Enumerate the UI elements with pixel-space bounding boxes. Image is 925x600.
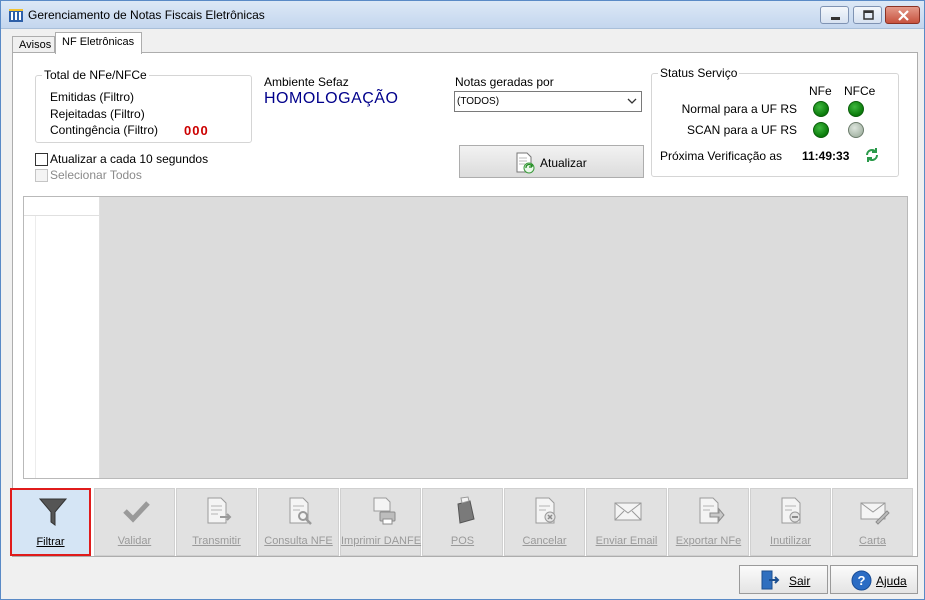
grid-row-header (24, 216, 100, 478)
filtrar-button[interactable]: Filtrar (10, 488, 91, 556)
pos-button[interactable]: POS (422, 488, 503, 556)
ambiente-label: Ambiente Sefaz (264, 75, 349, 89)
consulta-nfe-button[interactable]: Consulta NFE (258, 488, 339, 556)
emitidas-label: Emitidas (Filtro) (50, 90, 135, 104)
nf-eletronicas-panel: Total de NFe/NFCe Emitidas (Filtro) Reje… (12, 52, 918, 557)
transmitir-label: Transmitir (192, 535, 241, 547)
exportar-nfe-label: Exportar NFe (675, 535, 742, 547)
filtrar-label: Filtrar (36, 536, 65, 548)
maximize-button[interactable] (853, 6, 882, 24)
minimize-button[interactable] (820, 6, 849, 24)
close-button[interactable] (885, 6, 920, 24)
exit-door-icon (761, 570, 780, 590)
document-block-icon (781, 497, 801, 524)
cancelar-button[interactable]: Cancelar (504, 488, 585, 556)
enviar-email-label: Enviar Email (595, 535, 658, 547)
proxima-verificacao-time: 11:49:33 (802, 149, 850, 163)
minimize-icon (831, 17, 840, 20)
action-toolbar: Filtrar Validar Transmitir Consulta NFE … (10, 488, 916, 558)
rejeitadas-label: Rejeitadas (Filtro) (50, 107, 145, 121)
select-all-checkbox-box (35, 169, 48, 182)
notas-grid[interactable] (23, 196, 908, 479)
auto-refresh-label: Atualizar a cada 10 segundos (50, 152, 209, 166)
status-normal-nfe-led (813, 101, 829, 117)
notas-geradas-label: Notas geradas por (455, 75, 554, 89)
transmitir-button[interactable]: Transmitir (176, 488, 257, 556)
pos-label: POS (450, 535, 475, 547)
notas-geradas-select[interactable]: (TODOS) (454, 91, 642, 112)
inutilizar-button[interactable]: Inutilizar (750, 488, 831, 556)
validar-label: Validar (117, 535, 152, 547)
svg-text:?: ? (858, 573, 866, 588)
enviar-email-button[interactable]: Enviar Email (586, 488, 667, 556)
consulta-nfe-label: Consulta NFE (264, 535, 333, 547)
window-title: Gerenciamento de Notas Fiscais Eletrônic… (28, 8, 265, 22)
proxima-verificacao-label: Próxima Verificação as (660, 149, 783, 163)
carta-button[interactable]: Carta (832, 488, 913, 556)
ajuda-button[interactable]: ? Ajuda (830, 565, 918, 594)
carta-label: Carta (859, 535, 886, 547)
help-icon: ? (851, 570, 872, 591)
inutilizar-label: Inutilizar (770, 535, 811, 547)
status-col-nfe: NFe (809, 84, 832, 98)
validar-button[interactable]: Validar (94, 488, 175, 556)
sair-label: Sair (789, 574, 811, 588)
ambiente-value: HOMOLOGAÇÃO (264, 90, 399, 107)
grid-corner-header (24, 197, 100, 216)
checkmark-icon (123, 501, 150, 523)
status-scan-nfe-led (813, 122, 829, 138)
close-icon (898, 10, 909, 21)
select-all-checkbox: Selecionar Todos (35, 168, 235, 184)
status-normal-label: Normal para a UF RS (681, 102, 797, 116)
envelope-icon (614, 502, 642, 521)
refresh-icon[interactable] (864, 147, 880, 163)
tab-nf-eletronicas[interactable]: NF Eletrônicas (55, 32, 142, 54)
app-icon (9, 9, 23, 22)
contingencia-label: Contingência (Filtro) (50, 123, 159, 137)
cancelar-label: Cancelar (522, 535, 567, 547)
notas-geradas-value: (TODOS) (457, 96, 500, 107)
document-send-icon (207, 497, 232, 524)
funnel-icon (38, 498, 68, 526)
status-normal-nfce-led (848, 101, 864, 117)
title-bar[interactable]: Gerenciamento de Notas Fiscais Eletrônic… (1, 1, 924, 29)
maximize-icon (863, 10, 874, 20)
imprimir-danfe-label: Imprimir DANFE (341, 535, 422, 547)
status-servico-title: Status Serviço (658, 66, 740, 80)
grid-row-indicator (24, 216, 36, 478)
ajuda-label: Ajuda (876, 574, 907, 588)
sair-button[interactable]: Sair (739, 565, 828, 594)
contingencia-count: 000 (184, 123, 209, 138)
pos-terminal-icon (457, 496, 475, 524)
tab-avisos[interactable]: Avisos (12, 36, 55, 53)
document-export-icon (699, 497, 725, 524)
status-scan-label: SCAN para a UF RS (686, 123, 797, 137)
document-cancel-icon (535, 497, 556, 524)
totals-group-title: Total de NFe/NFCe (42, 68, 149, 82)
exportar-nfe-button[interactable]: Exportar NFe (668, 488, 749, 556)
status-servico-group: Status Serviço NFe NFCe Normal para a UF… (651, 66, 899, 177)
printer-icon (373, 497, 396, 525)
chevron-down-icon (627, 98, 637, 104)
status-scan-nfce-led (848, 122, 864, 138)
select-all-label: Selecionar Todos (50, 168, 142, 182)
auto-refresh-checkbox[interactable]: Atualizar a cada 10 segundos (35, 152, 235, 168)
atualizar-label: Atualizar (540, 156, 587, 170)
atualizar-button[interactable]: Atualizar (459, 145, 644, 178)
letter-pen-icon (860, 502, 890, 525)
auto-refresh-checkbox-box[interactable] (35, 153, 48, 166)
document-refresh-icon (516, 152, 535, 174)
imprimir-danfe-button[interactable]: Imprimir DANFE (340, 488, 421, 556)
status-col-nfce: NFCe (844, 84, 876, 98)
document-search-icon (289, 497, 312, 525)
totals-group: Total de NFe/NFCe Emitidas (Filtro) Reje… (35, 68, 252, 143)
main-window: Gerenciamento de Notas Fiscais Eletrônic… (0, 0, 925, 600)
